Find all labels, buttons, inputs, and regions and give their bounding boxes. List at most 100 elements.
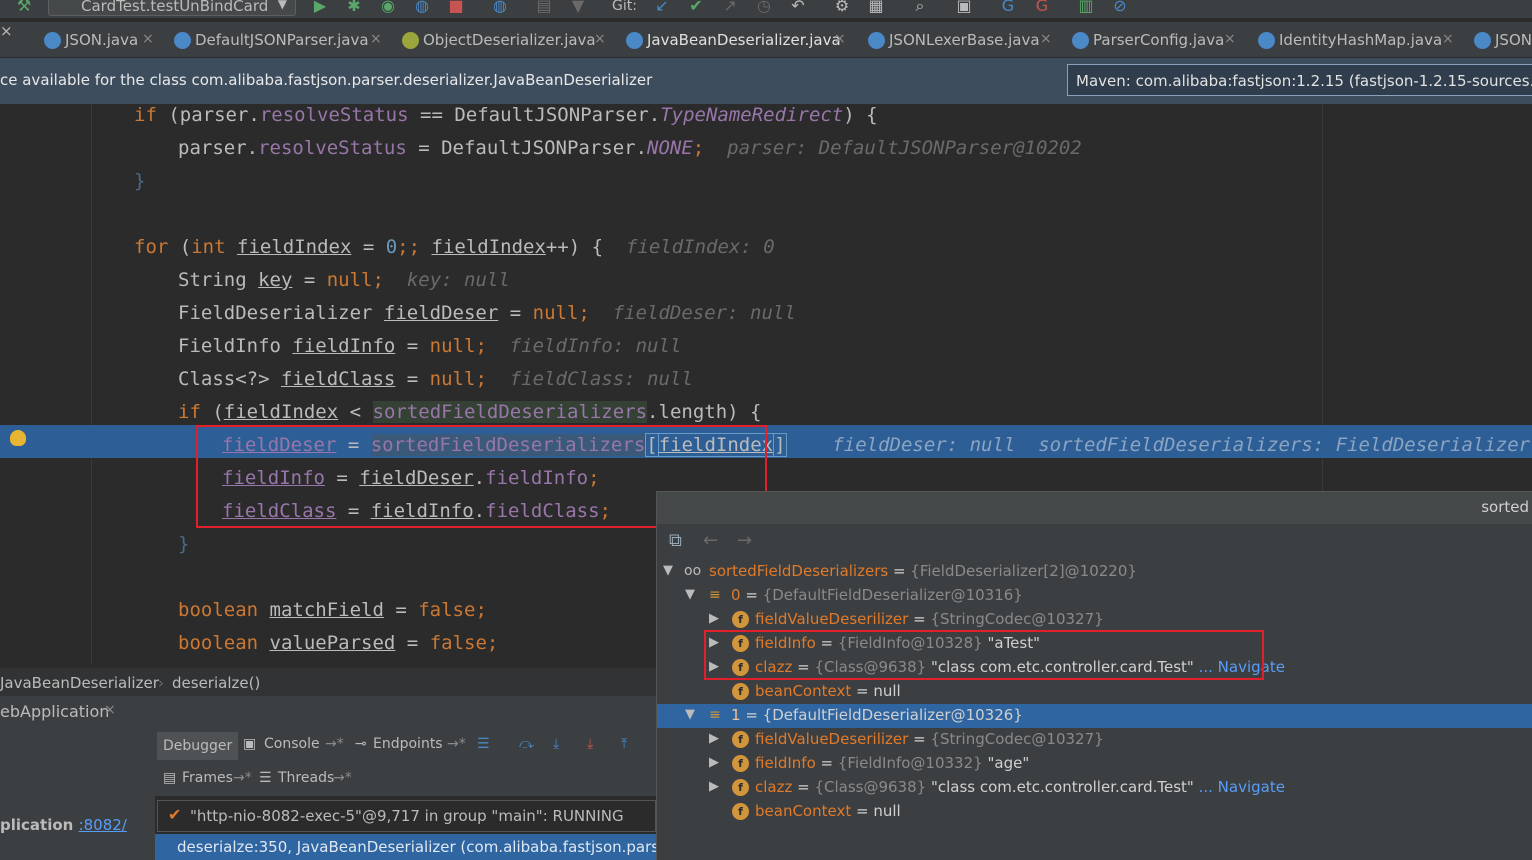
app-url: plication :8082/	[0, 816, 127, 834]
hammer-icon[interactable]: ⚒	[14, 0, 34, 17]
close-icon[interactable]: ×	[142, 31, 154, 47]
translate-icon[interactable]: G	[998, 0, 1018, 17]
tree-node-field[interactable]: ▶ f fieldValueDeserilizer = {StringCodec…	[657, 608, 1532, 632]
run-icon[interactable]: ▶	[310, 0, 330, 17]
git-commit-icon[interactable]: ✔	[686, 0, 706, 17]
revert-icon[interactable]: ↶	[788, 0, 808, 17]
tree-node-field[interactable]: f beanContext = null	[657, 800, 1532, 824]
update-icon[interactable]: ◍	[490, 0, 510, 17]
expand-arrow-icon[interactable]: ▼	[685, 587, 695, 602]
tree-node-1[interactable]: ▼ ≡ 1 = {DefaultFieldDeserializer@10326}	[657, 704, 1532, 728]
editor-tabs: × JSON.java × DefaultJSONParser.java × O…	[0, 22, 1532, 58]
terminal-icon[interactable]: ▣	[954, 0, 974, 17]
coverage-icon[interactable]: ◉	[378, 0, 398, 17]
force-step-into-icon[interactable]: ⤓	[587, 736, 593, 752]
debugger-tabs: Debugger ▣ Console →* ⊸ Endpoints →* ☰ ⤼…	[155, 728, 656, 762]
class-icon	[1072, 32, 1089, 49]
forward-icon[interactable]: →	[737, 530, 752, 551]
field-icon: f	[732, 731, 749, 748]
expand-arrow-icon[interactable]: ▼	[685, 707, 695, 722]
close-icon[interactable]: ×	[1040, 31, 1052, 47]
main-toolbar: ⚒ CardTest.testUnBindCard ▼ ▶ ✱ ◉ ◍ ■ ◍ …	[0, 0, 1532, 18]
history-icon[interactable]: ◷	[754, 0, 774, 17]
close-icon[interactable]: ×	[1442, 31, 1454, 47]
wrench-icon[interactable]: ⚙	[832, 0, 852, 17]
git-pull-icon[interactable]: ↙	[652, 0, 672, 17]
tab-json-more[interactable]: JSON	[1474, 26, 1532, 54]
tab-object-deserializer[interactable]: ObjectDeserializer.java ×	[402, 26, 612, 54]
search-icon[interactable]: ⌕	[910, 0, 930, 17]
close-icon[interactable]: ×	[834, 31, 846, 47]
close-icon[interactable]: ×	[370, 31, 382, 47]
app-link[interactable]: :8082/	[79, 816, 127, 834]
disable-icon[interactable]: ⊘	[1110, 0, 1130, 17]
step-out-icon[interactable]: ⤒	[621, 736, 627, 752]
tab-default-json-parser[interactable]: DefaultJSONParser.java ×	[174, 26, 384, 54]
navigate-link[interactable]: ... Navigate	[1199, 778, 1285, 796]
tab-json[interactable]: JSON.java ×	[44, 26, 159, 54]
build-icon[interactable]: ▤	[534, 0, 554, 17]
popup-highlight-box	[704, 630, 1264, 680]
expand-arrow-icon[interactable]: ▶	[709, 755, 719, 770]
back-icon[interactable]: ←	[703, 530, 718, 551]
breadcrumb-separator: ›	[158, 674, 164, 692]
tab-json-lexer-base[interactable]: JSONLexerBase.java ×	[868, 26, 1058, 54]
tree-node-text: beanContext = null	[755, 802, 901, 820]
maven-source-selector[interactable]: Maven: com.alibaba:fastjson:1.2.15 (fast…	[1067, 64, 1532, 96]
hierarchy-icon[interactable]: ⧉	[669, 530, 682, 551]
tree-node-field[interactable]: ▶ f fieldValueDeserilizer = {StringCodec…	[657, 728, 1532, 752]
expand-arrow-icon[interactable]: ▶	[709, 779, 719, 794]
thread-selector[interactable]: ✔ "http-nio-8082-exec-5"@9,717 in group …	[157, 800, 656, 832]
step-over-icon[interactable]: ⤼	[519, 736, 534, 752]
download-icon[interactable]: ▼	[568, 0, 588, 17]
expand-arrow-icon[interactable]: ▶	[709, 611, 719, 626]
debugger-subtabs: ▤ Frames →* ☰ Threads →*	[155, 762, 656, 796]
tab-label: ObjectDeserializer.java	[423, 31, 596, 49]
lightbulb-icon[interactable]	[10, 430, 26, 446]
tree-node-0[interactable]: ▼ ≡ 0 = {DefaultFieldDeserializer@10316}	[657, 584, 1532, 608]
code-line-6: FieldDeserializer fieldDeser = null; fie…	[178, 302, 796, 324]
run-config-label: CardTest.testUnBindCard	[81, 0, 269, 15]
tree-node-text: fieldInfo = {FieldInfo@10332} "age"	[755, 754, 1030, 772]
info-message: ce available for the class com.alibaba.f…	[0, 71, 653, 89]
close-icon[interactable]: ×	[1224, 31, 1236, 47]
structure-icon[interactable]: ▦	[866, 0, 886, 17]
step-into-icon[interactable]: ⤓	[553, 736, 559, 752]
chart-icon[interactable]: ▥	[1076, 0, 1096, 17]
tab-debugger[interactable]: Debugger	[157, 732, 239, 760]
breadcrumb-class[interactable]: JavaBeanDeserializer	[0, 674, 159, 692]
tab-label: IdentityHashMap.java	[1279, 31, 1443, 49]
run-config-select[interactable]: CardTest.testUnBindCard ▼	[48, 0, 296, 16]
close-icon[interactable]: ×	[104, 702, 116, 718]
tree-node-text: clazz = {Class@9638} "class com.etc.cont…	[755, 778, 1285, 796]
thread-label: "http-nio-8082-exec-5"@9,717 in group "m…	[190, 807, 624, 825]
stop-icon[interactable]: ■	[446, 0, 466, 17]
tab-threads[interactable]: Threads	[278, 770, 334, 786]
expand-arrow-icon[interactable]: ▼	[663, 563, 673, 578]
debug-icon[interactable]: ✱	[344, 0, 364, 17]
menu-icon[interactable]: ☰	[477, 736, 490, 752]
tab-console[interactable]: Console	[264, 736, 320, 752]
stack-frame-row[interactable]: deserialze:350, JavaBeanDeserializer (co…	[155, 834, 687, 860]
run-tab-label[interactable]: ebApplication	[0, 702, 109, 721]
tab-identity-hash-map[interactable]: IdentityHashMap.java ×	[1258, 26, 1458, 54]
tree-node-field[interactable]: ▶ f clazz = {Class@9638} "class com.etc.…	[657, 776, 1532, 800]
translate-alt-icon[interactable]: G	[1032, 0, 1052, 17]
breadcrumb-method[interactable]: deserialze()	[172, 674, 260, 692]
git-push-icon[interactable]: ↗	[720, 0, 740, 17]
tab-endpoints[interactable]: Endpoints	[373, 736, 443, 752]
expand-arrow-icon[interactable]: ▶	[709, 731, 719, 746]
tab-close-icon[interactable]: ×	[0, 22, 13, 40]
profile-icon[interactable]: ◍	[412, 0, 432, 17]
code-line-15: boolean valueParsed = false;	[178, 632, 499, 654]
tab-parser-config[interactable]: ParserConfig.java ×	[1072, 26, 1242, 54]
popup-nav: ⧉ ← →	[657, 524, 1532, 558]
code-line-4: for (int fieldIndex = 0;; fieldIndex++) …	[134, 236, 775, 258]
close-icon[interactable]: ×	[594, 31, 606, 47]
tree-node-field[interactable]: f beanContext = null	[657, 680, 1532, 704]
tree-node-field[interactable]: ▶ f fieldInfo = {FieldInfo@10332} "age"	[657, 752, 1532, 776]
tab-frames[interactable]: Frames	[182, 770, 233, 786]
tab-java-bean-deserializer[interactable]: JavaBeanDeserializer.java ×	[626, 26, 852, 54]
tree-node-root[interactable]: ▼ oo sortedFieldDeserializers = {FieldDe…	[657, 560, 1532, 584]
check-icon: ✔	[168, 805, 182, 824]
